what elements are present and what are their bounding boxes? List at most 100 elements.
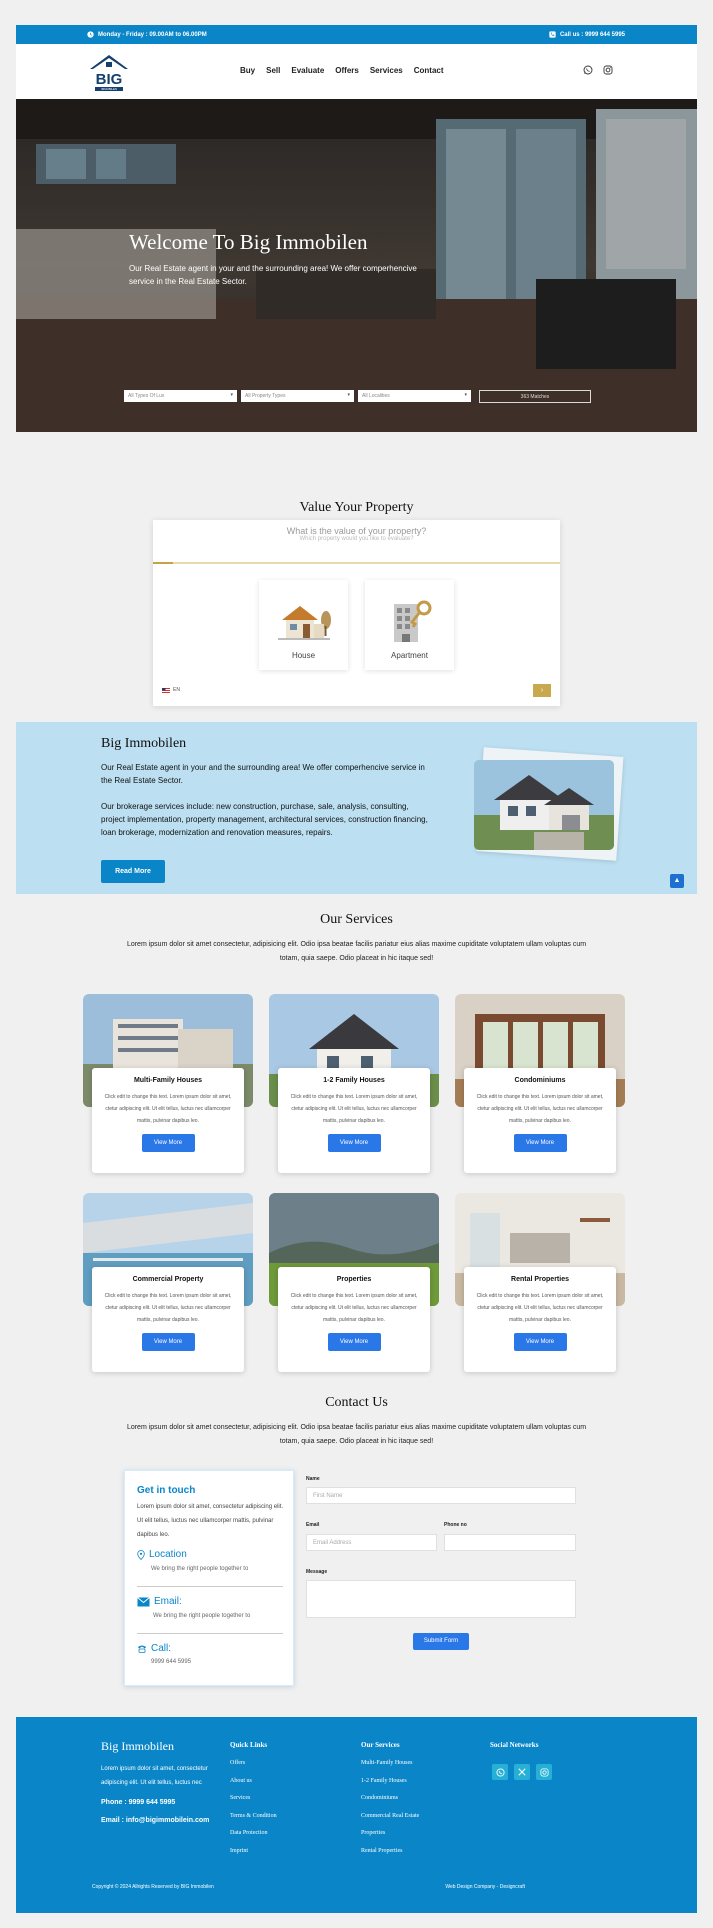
service-card: 1-2 Family Houses Click edit to change t… bbox=[278, 1068, 430, 1173]
service-title: Multi-Family Houses bbox=[133, 1077, 203, 1084]
call-label: Call: bbox=[151, 1643, 172, 1654]
progress-fill bbox=[153, 562, 173, 564]
service-title: Commercial Property bbox=[132, 1276, 204, 1283]
phone-icon bbox=[549, 31, 556, 38]
nav-item-services[interactable]: Services bbox=[370, 66, 403, 75]
footer-description: Lorem ipsum dolor sit amet, consectetur … bbox=[101, 1766, 208, 1786]
footer-link-offers[interactable]: Offers bbox=[230, 1755, 277, 1773]
hero-section: Welcome To Big Immobilen Our Real Estate… bbox=[16, 99, 697, 432]
view-more-button[interactable]: View More bbox=[141, 1333, 195, 1351]
footer-service-link[interactable]: Rental Properties bbox=[361, 1843, 419, 1861]
footer-link-imprint[interactable]: Imprint bbox=[230, 1843, 277, 1861]
top-bar: Monday - Friday : 09.00AM to 06.00PM Cal… bbox=[16, 25, 697, 44]
phone-input[interactable] bbox=[444, 1534, 576, 1551]
valuation-widget: What is the value of your property? Whic… bbox=[153, 520, 560, 706]
footer-link-about[interactable]: About us bbox=[230, 1773, 277, 1791]
design-credit[interactable]: Web Design Company - Designcraft bbox=[445, 1884, 525, 1890]
instagram-icon[interactable] bbox=[536, 1764, 552, 1780]
about-section: Big Immobilen Our Real Estate agent in y… bbox=[16, 722, 697, 894]
quick-links-title: Quick Links bbox=[230, 1741, 268, 1749]
message-textarea[interactable] bbox=[306, 1580, 576, 1618]
email-input[interactable]: Email Address bbox=[306, 1534, 437, 1551]
email-label: Email: bbox=[154, 1596, 182, 1607]
big-immobilen-logo[interactable]: BIG IMMOBILEN bbox=[89, 54, 129, 94]
about-services-text: Our brokerage services include: new cons… bbox=[101, 802, 428, 837]
call-heading: Call: bbox=[137, 1643, 171, 1654]
footer-link-services[interactable]: Services bbox=[230, 1790, 277, 1808]
service-title: Rental Properties bbox=[511, 1276, 569, 1283]
view-more-button[interactable]: View More bbox=[327, 1333, 381, 1351]
service-text: Click edit to change this text. Lorem ip… bbox=[476, 1094, 604, 1124]
whatsapp-icon[interactable] bbox=[583, 65, 593, 75]
quick-links: Quick Links Offers About us Services Ter… bbox=[230, 1741, 277, 1860]
hours-text: Monday - Friday : 09.00AM to 06.00PM bbox=[98, 31, 207, 38]
first-name-input[interactable]: First Name bbox=[306, 1487, 576, 1504]
submit-form-button[interactable]: Submit Form bbox=[413, 1633, 469, 1650]
property-search-bar: All Types Of Lux All Property Types All … bbox=[124, 390, 591, 403]
copyright-text: Copyright © 2024 Allrights Reserved by B… bbox=[92, 1884, 214, 1890]
message-label: Message bbox=[306, 1569, 328, 1575]
footer-service-link[interactable]: 1-2 Family Houses bbox=[361, 1773, 419, 1791]
progress-track bbox=[153, 562, 560, 564]
locality-select[interactable]: All Localities bbox=[358, 390, 471, 402]
email-heading: Email: bbox=[137, 1596, 182, 1607]
whatsapp-icon[interactable] bbox=[492, 1764, 508, 1780]
phone-text: Call us : 9999 644 5995 bbox=[559, 31, 625, 38]
next-step-button[interactable]: › bbox=[533, 684, 551, 697]
site-footer: Big Immobilen Lorem ipsum dolor sit amet… bbox=[16, 1717, 697, 1913]
nav-item-evaluate[interactable]: Evaluate bbox=[291, 66, 324, 75]
footer-service-link[interactable]: Multi-Family Houses bbox=[361, 1755, 419, 1773]
service-card: Properties Click edit to change this tex… bbox=[278, 1267, 430, 1372]
read-more-button[interactable]: Read More bbox=[101, 860, 165, 883]
language-selector[interactable]: EN bbox=[162, 687, 180, 693]
scroll-to-top-button[interactable]: ▲ bbox=[670, 874, 684, 888]
location-label: Location bbox=[149, 1549, 187, 1560]
call-us[interactable]: Call us : 9999 644 5995 bbox=[549, 31, 625, 38]
instagram-icon[interactable] bbox=[603, 65, 613, 75]
footer-services-title: Our Services bbox=[361, 1741, 400, 1749]
service-title: 1-2 Family Houses bbox=[323, 1077, 385, 1084]
service-card: Condominiums Click edit to change this t… bbox=[464, 1068, 616, 1173]
view-more-button[interactable]: View More bbox=[513, 1333, 567, 1351]
nav-item-offers[interactable]: Offers bbox=[335, 66, 359, 75]
about-title: Big Immobilen bbox=[101, 736, 187, 751]
view-more-button[interactable]: View More bbox=[141, 1134, 195, 1152]
phone-label: Phone no bbox=[444, 1522, 467, 1528]
language-label: EN bbox=[173, 687, 180, 693]
nav-item-buy[interactable]: Buy bbox=[240, 66, 255, 75]
x-twitter-icon[interactable] bbox=[514, 1764, 530, 1780]
services-title: Our Services bbox=[320, 912, 393, 927]
get-in-touch-text: Lorem ipsum dolor sit amet, consectetur … bbox=[137, 1504, 284, 1538]
telephone-icon bbox=[138, 1645, 146, 1653]
option-apartment[interactable]: Apartment bbox=[365, 580, 454, 670]
service-title: Properties bbox=[336, 1276, 372, 1283]
service-card: Multi-Family Houses Click edit to change… bbox=[92, 1068, 244, 1173]
option-house[interactable]: House bbox=[259, 580, 348, 670]
footer-link-terms[interactable]: Terms & Condition bbox=[230, 1808, 277, 1826]
lux-type-select[interactable]: All Types Of Lux bbox=[124, 390, 237, 402]
footer-service-link[interactable]: Condominiums bbox=[361, 1790, 419, 1808]
service-text: Click edit to change this text. Lorem ip… bbox=[290, 1094, 418, 1124]
social-networks: Social Networks bbox=[490, 1741, 538, 1755]
view-more-button[interactable]: View More bbox=[327, 1134, 381, 1152]
call-text: 9999 644 5995 bbox=[151, 1659, 192, 1665]
nav-item-sell[interactable]: Sell bbox=[266, 66, 280, 75]
footer-brand: Big Immobilen bbox=[101, 1739, 174, 1753]
nav-item-contact[interactable]: Contact bbox=[414, 66, 444, 75]
footer-service-link[interactable]: Commercial Real Estate bbox=[361, 1808, 419, 1826]
view-more-button[interactable]: View More bbox=[513, 1134, 567, 1152]
us-flag-icon bbox=[162, 687, 170, 693]
valuation-question: What is the value of your property? bbox=[286, 526, 427, 536]
valuation-hint: Which property would you like to evaluat… bbox=[299, 536, 414, 542]
footer-link-data-protection[interactable]: Data Protection bbox=[230, 1825, 277, 1843]
contact-info-card: Get in touch Lorem ipsum dolor sit amet,… bbox=[124, 1470, 294, 1686]
footer-service-link[interactable]: Properties bbox=[361, 1825, 419, 1843]
property-type-select[interactable]: All Property Types bbox=[241, 390, 354, 402]
services-description: Lorem ipsum dolor sit amet consectetur, … bbox=[126, 941, 587, 962]
option-house-label: House bbox=[291, 651, 316, 660]
search-matches-button[interactable]: 363 Matches bbox=[479, 390, 591, 403]
footer-social-icons bbox=[492, 1764, 552, 1780]
footer-email[interactable]: Email : info@bigimmobilein.com bbox=[101, 1817, 209, 1824]
divider bbox=[137, 1633, 283, 1634]
option-apartment-label: Apartment bbox=[391, 651, 428, 660]
